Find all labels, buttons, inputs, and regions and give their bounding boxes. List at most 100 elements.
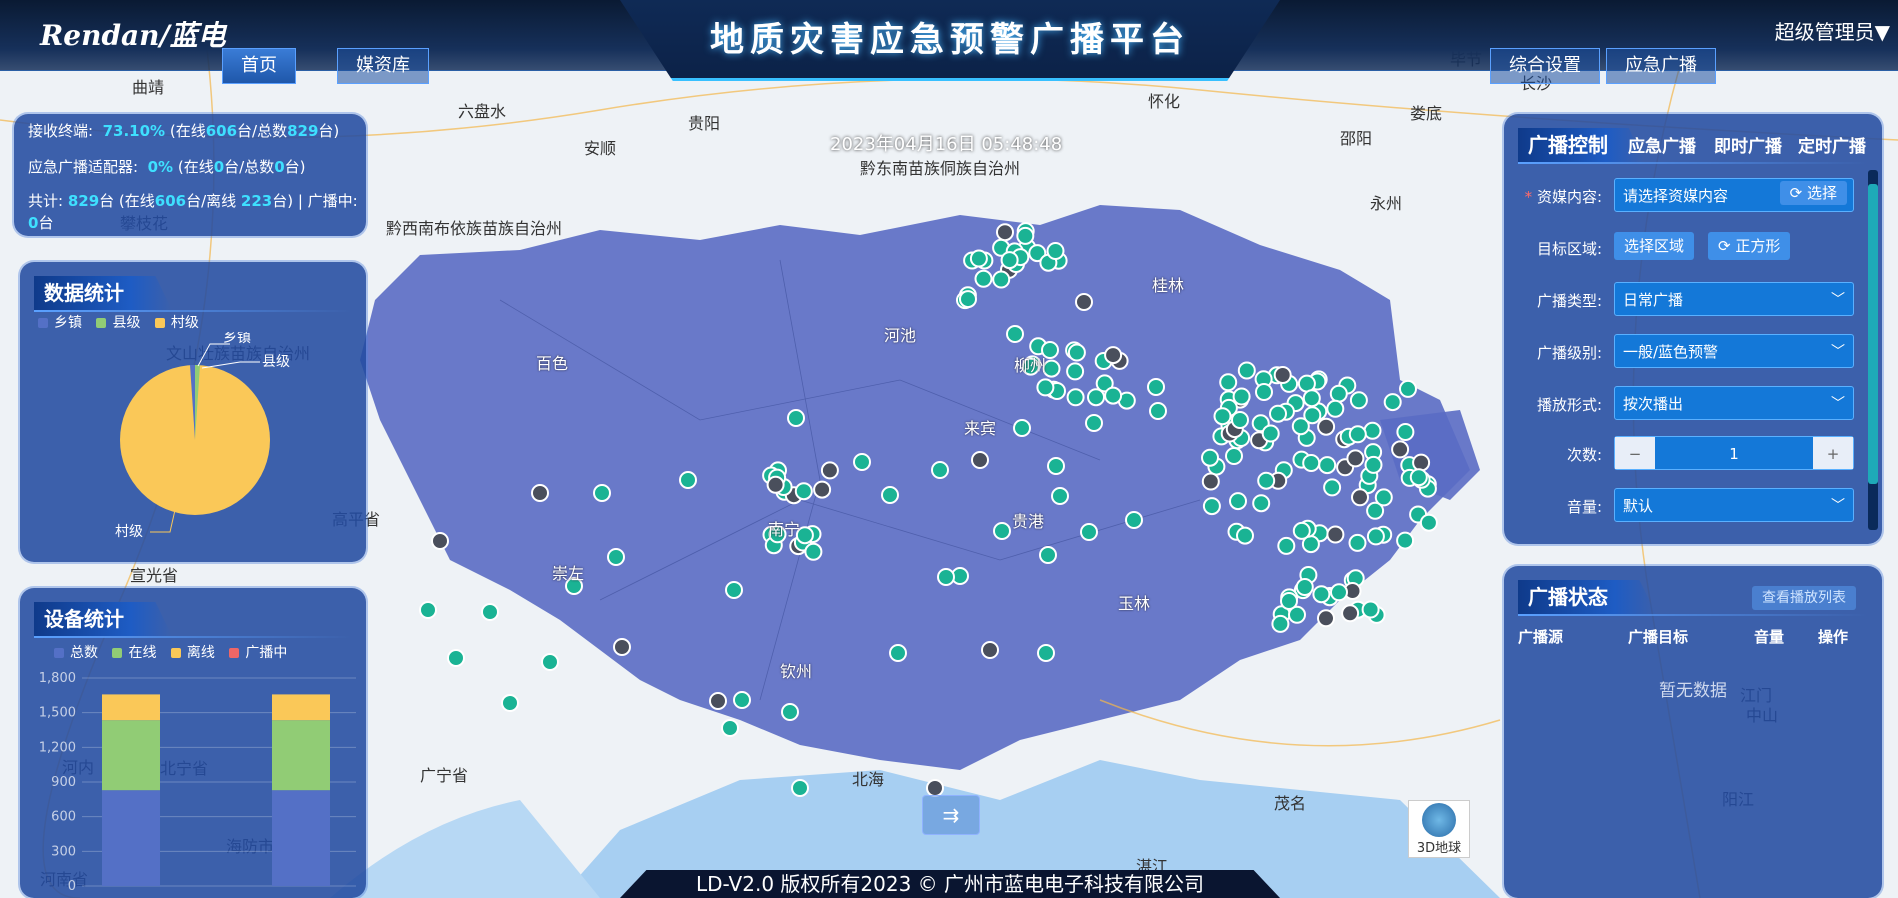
select-area-button[interactable]: 选择区域 <box>1614 232 1695 260</box>
user-menu[interactable]: 超级管理员▼ <box>1775 16 1890 45</box>
device-marker[interactable] <box>959 290 977 309</box>
device-marker[interactable] <box>447 649 465 667</box>
device-marker[interactable] <box>541 653 559 671</box>
device-marker[interactable] <box>971 451 989 469</box>
panel-scrollbar[interactable] <box>1868 170 1878 530</box>
device-marker[interactable] <box>733 691 751 709</box>
device-marker[interactable] <box>1125 511 1143 529</box>
device-marker[interactable] <box>1396 531 1415 550</box>
device-marker[interactable] <box>1312 585 1331 604</box>
device-marker[interactable] <box>1292 521 1311 540</box>
increment-button[interactable]: + <box>1813 437 1853 469</box>
device-marker[interactable] <box>721 719 739 737</box>
device-marker[interactable] <box>1326 399 1345 418</box>
device-marker[interactable] <box>1363 421 1382 440</box>
device-marker[interactable] <box>1364 455 1383 474</box>
nav-media-library-button[interactable]: 媒资库 <box>337 48 429 84</box>
device-marker[interactable] <box>1213 407 1232 426</box>
device-marker[interactable] <box>1075 293 1093 311</box>
device-marker[interactable] <box>431 532 449 550</box>
device-marker[interactable] <box>1396 423 1415 441</box>
device-marker[interactable] <box>1229 492 1247 511</box>
device-marker[interactable] <box>889 644 907 662</box>
device-marker[interactable] <box>1085 414 1103 432</box>
device-marker[interactable] <box>1271 614 1290 633</box>
tab-instant-broadcast[interactable]: 即时广播 <box>1714 132 1782 157</box>
tab-scheduled-broadcast[interactable]: 定时广播 <box>1798 132 1866 157</box>
device-marker[interactable] <box>1066 388 1085 407</box>
broadcast-type-select[interactable]: 日常广播 ﹀ <box>1614 282 1854 316</box>
device-marker[interactable] <box>1361 600 1380 619</box>
device-marker[interactable] <box>1236 526 1254 545</box>
tab-broadcast-control[interactable]: 广播控制 <box>1518 128 1644 162</box>
count-value[interactable]: 1 <box>1729 445 1739 463</box>
device-marker[interactable] <box>820 461 839 480</box>
device-marker[interactable] <box>501 694 519 712</box>
media-content-field[interactable]: 请选择资媒内容 ⟳ 选择 <box>1614 178 1854 212</box>
count-stepper[interactable]: − 1 + <box>1614 436 1854 470</box>
device-marker[interactable] <box>613 638 631 656</box>
device-marker[interactable] <box>1383 393 1402 412</box>
device-marker[interactable] <box>1257 471 1276 490</box>
device-marker[interactable] <box>1066 362 1085 381</box>
device-marker[interactable] <box>804 542 823 561</box>
nav-emergency-button[interactable]: 应急广播 <box>1606 48 1716 84</box>
volume-select[interactable]: 默认 ﹀ <box>1614 488 1854 522</box>
device-marker[interactable] <box>1409 468 1428 487</box>
device-marker[interactable] <box>1366 527 1385 546</box>
device-marker[interactable] <box>781 703 799 721</box>
device-marker[interactable] <box>992 270 1011 289</box>
device-marker[interactable] <box>1330 583 1348 602</box>
device-marker[interactable] <box>1303 406 1322 425</box>
device-marker[interactable] <box>981 641 999 659</box>
device-marker[interactable] <box>1201 472 1220 491</box>
device-marker[interactable] <box>1348 533 1367 552</box>
device-marker[interactable] <box>881 486 899 504</box>
device-marker[interactable] <box>1326 525 1345 544</box>
device-marker[interactable] <box>1341 604 1360 623</box>
device-marker[interactable] <box>853 453 871 471</box>
device-marker[interactable] <box>1391 440 1410 459</box>
device-marker[interactable] <box>1104 346 1123 365</box>
device-marker[interactable] <box>1346 449 1365 468</box>
device-marker[interactable] <box>926 779 944 797</box>
device-marker[interactable] <box>1104 386 1123 405</box>
device-marker[interactable] <box>791 779 809 797</box>
view-playlist-button[interactable]: 查看播放列表 <box>1752 586 1856 610</box>
device-marker[interactable] <box>481 603 499 621</box>
device-marker[interactable] <box>1261 424 1280 443</box>
square-button[interactable]: ⟳ 正方形 <box>1708 232 1791 260</box>
device-marker[interactable] <box>1295 578 1314 596</box>
device-marker[interactable] <box>1280 592 1298 610</box>
device-marker[interactable] <box>1232 387 1251 406</box>
device-marker[interactable] <box>1317 609 1335 628</box>
device-marker[interactable] <box>1219 373 1238 392</box>
device-marker[interactable] <box>1039 546 1057 564</box>
device-marker[interactable] <box>1237 361 1256 380</box>
device-marker[interactable] <box>1016 226 1035 245</box>
device-marker[interactable] <box>1036 378 1055 397</box>
nav-settings-button[interactable]: 综合设置 <box>1490 48 1600 84</box>
device-marker[interactable] <box>993 522 1011 540</box>
device-marker[interactable] <box>1297 374 1316 393</box>
device-marker[interactable] <box>1399 379 1417 398</box>
device-marker[interactable] <box>1087 388 1105 407</box>
device-marker[interactable] <box>1067 343 1086 362</box>
device-marker[interactable] <box>1351 488 1369 507</box>
device-marker[interactable] <box>593 484 611 502</box>
device-marker[interactable] <box>1252 494 1271 513</box>
device-marker[interactable] <box>1006 325 1024 343</box>
device-marker[interactable] <box>1225 447 1243 465</box>
device-marker[interactable] <box>1269 404 1287 423</box>
device-marker[interactable] <box>531 484 549 502</box>
device-marker[interactable] <box>1302 454 1321 472</box>
device-marker[interactable] <box>1412 453 1431 472</box>
tab-emergency-broadcast[interactable]: 应急广播 <box>1628 132 1696 157</box>
device-marker[interactable] <box>937 568 955 586</box>
device-marker[interactable] <box>931 461 949 479</box>
device-marker[interactable] <box>679 471 697 489</box>
device-marker[interactable] <box>1323 478 1342 497</box>
device-marker[interactable] <box>1255 383 1273 401</box>
device-marker[interactable] <box>1318 456 1337 475</box>
device-marker[interactable] <box>1348 425 1367 444</box>
